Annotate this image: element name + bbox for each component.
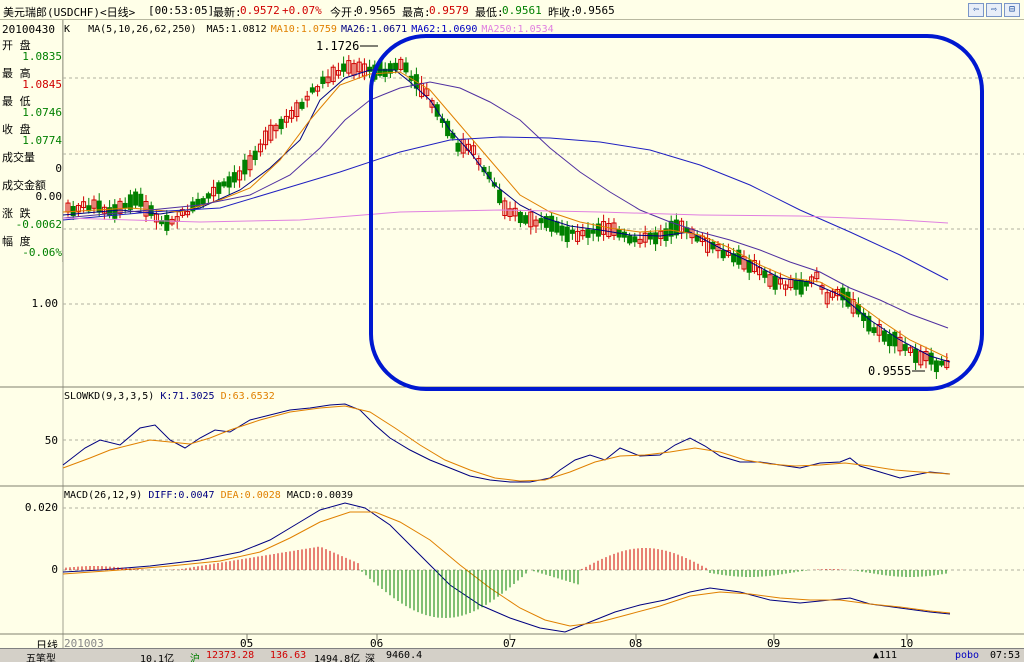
macd-diff-value: DIFF:0.0047: [148, 490, 215, 501]
status-bar: 五笔型 10.1亿 沪 12373.28 136.63 1494.8亿深 9460.4 ▲11…: [0, 648, 1024, 662]
candle-body: [221, 181, 227, 187]
candle-body: [939, 360, 945, 366]
candle-body: [720, 249, 726, 259]
kd-header: SLOWKD(9,3,3,5): [64, 391, 155, 402]
candle-body: [871, 327, 877, 334]
candle-body: [455, 142, 461, 152]
price-scale-label: 1.00: [31, 297, 59, 310]
candle-body: [299, 101, 305, 109]
candle-body: [845, 291, 851, 307]
status-item: 五笔型: [26, 654, 56, 662]
candle-body: [772, 275, 778, 290]
candle-body: [138, 193, 144, 207]
status-item: 9460.4: [386, 650, 423, 661]
candle-body: [803, 281, 809, 287]
candle-body: [632, 236, 638, 243]
candle-body: [538, 218, 544, 224]
kd-scale-label: 50: [44, 434, 58, 447]
candle-body: [320, 76, 326, 84]
candle-body: [387, 63, 393, 74]
candle-body: [569, 229, 575, 234]
candle-body: [231, 172, 237, 183]
candle-body: [133, 191, 139, 206]
macd-scale-zero: 0: [51, 563, 58, 576]
candle-body: [554, 221, 560, 233]
status-item: ▲111: [873, 650, 898, 661]
ma250-line: [62, 209, 949, 224]
status-item: 07:53: [990, 650, 1021, 661]
candle-body: [762, 270, 768, 278]
candle-body: [585, 229, 591, 238]
status-item: 1494.8亿: [314, 654, 361, 662]
status-item: 12373.28: [206, 650, 255, 661]
macd-legend: MACD(26,12,9) DIFF:0.0047 DEA:0.0028 MAC…: [64, 490, 353, 501]
kd-k-line: [62, 403, 951, 483]
candle-body: [913, 348, 919, 363]
candle-body: [627, 235, 633, 244]
candle-body: [164, 215, 170, 231]
candle-body: [242, 159, 248, 175]
macd-dea-line: [62, 511, 951, 627]
candle-body: [564, 226, 570, 243]
status-item: 10.1亿: [140, 654, 175, 662]
macd-dea-value: DEA:0.0028: [220, 490, 281, 501]
candle-body: [309, 87, 315, 93]
candle-body: [127, 194, 133, 210]
candle-body: [928, 352, 934, 365]
macd-diff-line: [62, 502, 951, 633]
status-item: 深: [365, 654, 375, 662]
macd-value: MACD:0.0039: [286, 490, 354, 501]
candle-body: [205, 193, 211, 199]
candle-body: [393, 62, 399, 71]
status-item: pobo: [955, 650, 980, 661]
ma5-line: [62, 69, 951, 363]
kd-legend: SLOWKD(9,3,3,5) K:71.3025 D:63.6532: [64, 391, 275, 402]
status-item: 沪: [190, 654, 200, 662]
candle-body: [122, 202, 128, 209]
high-annotation: 1.1726: [316, 39, 359, 53]
candle-body: [673, 219, 679, 236]
candle-body: [590, 229, 596, 234]
candle-body: [793, 279, 799, 290]
candle-body: [887, 333, 893, 347]
candle-body: [252, 150, 258, 160]
candle-body: [902, 344, 908, 351]
low-annotation: 0.9555: [868, 364, 911, 378]
ma26-line: [62, 81, 949, 329]
candle-body: [278, 118, 284, 130]
candle-body: [933, 360, 939, 373]
candle-body: [523, 215, 529, 224]
kd-d-value: D:63.6532: [220, 391, 275, 402]
candle-body: [497, 189, 503, 204]
macd-scale-top: 0.020: [24, 501, 58, 514]
candle-body: [653, 232, 659, 245]
candle-body: [517, 211, 523, 224]
candle-body: [403, 62, 409, 73]
candle-body: [892, 331, 898, 347]
candle-body: [112, 204, 118, 219]
macd-header: MACD(26,12,9): [64, 490, 143, 501]
candle-body: [559, 225, 565, 236]
candle-body: [549, 215, 555, 232]
candle-body: [226, 176, 232, 188]
candle-body: [881, 330, 887, 342]
chart-canvas: 1.1726 0.9555: [0, 20, 1024, 648]
kd-k-value: K:71.3025: [160, 391, 215, 402]
candle-body: [148, 205, 154, 216]
candle-body: [200, 198, 206, 205]
candle-body: [96, 200, 102, 213]
candle-body: [341, 63, 347, 72]
candle-body: [798, 279, 804, 295]
status-item: 136.63: [270, 650, 307, 661]
candle-body: [216, 182, 222, 194]
kd-d-line: [62, 405, 951, 482]
